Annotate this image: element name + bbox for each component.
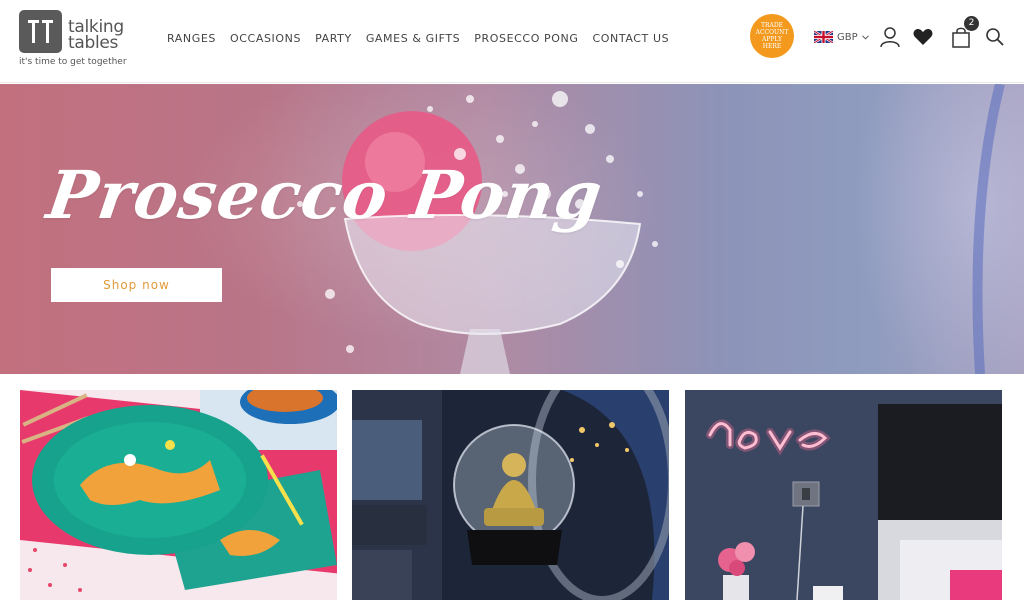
trade-badge-line1: TRADE xyxy=(760,22,784,29)
nav-item-party[interactable]: PARTY xyxy=(315,32,352,45)
search-icon xyxy=(986,28,1004,46)
nav-item-occasions[interactable]: OCCASIONS xyxy=(230,32,301,45)
party-plates-image xyxy=(20,390,337,600)
cart-count-badge: 2 xyxy=(964,16,979,31)
brand-tagline: it's time to get together xyxy=(19,57,127,67)
chevron-down-icon xyxy=(861,32,869,43)
hero-title: Prosecco Pong xyxy=(42,156,608,234)
currency-code: GBP xyxy=(837,31,858,43)
currency-selector[interactable]: GBP xyxy=(813,29,869,45)
trade-badge-line4: HERE xyxy=(762,43,782,50)
user-icon xyxy=(880,27,900,48)
brand-logo[interactable]: talking tables it's time to get together xyxy=(19,10,139,70)
logo-mark-icon xyxy=(19,10,62,53)
wishlist-button[interactable] xyxy=(912,26,934,48)
main-nav: RANGES OCCASIONS PARTY GAMES & GIFTS PRO… xyxy=(167,32,683,45)
snow-globe-tile[interactable] xyxy=(352,390,669,600)
trade-badge-line3: APPLY xyxy=(762,36,782,43)
nav-item-contact-us[interactable]: CONTACT US xyxy=(593,32,670,45)
account-button[interactable] xyxy=(879,26,901,48)
nav-item-games-gifts[interactable]: GAMES & GIFTS xyxy=(366,32,460,45)
hero-banner[interactable]: Prosecco Pong Shop now xyxy=(0,84,1024,374)
site-header: talking tables it's time to get together… xyxy=(0,0,1024,83)
neon-love-image xyxy=(685,390,1002,600)
cart-button[interactable]: 2 xyxy=(950,16,979,48)
trade-badge-line2: ACCOUNT xyxy=(755,29,789,36)
nav-item-prosecco-pong[interactable]: PROSECCO PONG xyxy=(474,32,578,45)
neon-love-tile[interactable] xyxy=(685,390,1002,600)
search-button[interactable] xyxy=(984,26,1006,48)
trade-account-badge[interactable]: TRADE ACCOUNT APPLY HERE xyxy=(750,14,794,58)
uk-flag-icon xyxy=(813,29,834,45)
shop-now-button[interactable]: Shop now xyxy=(51,268,222,302)
nav-item-ranges[interactable]: RANGES xyxy=(167,32,216,45)
brand-wordmark: talking tables xyxy=(68,19,124,53)
brand-name-line2: tables xyxy=(68,33,119,53)
heart-icon xyxy=(913,29,933,45)
party-plates-tile[interactable] xyxy=(20,390,337,600)
snow-globe-image xyxy=(352,390,669,600)
